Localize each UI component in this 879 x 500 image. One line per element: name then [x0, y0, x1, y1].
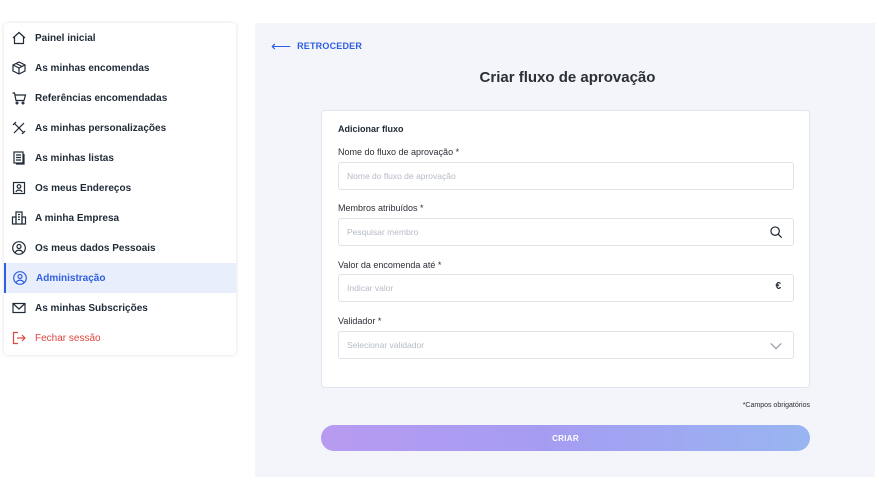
sidebar-item-listas[interactable]: As minhas listas — [4, 143, 236, 173]
sidebar-item-label: As minhas personalizações — [35, 122, 167, 134]
tools-icon — [11, 120, 27, 136]
sidebar-item-label: As minhas Subscrições — [35, 302, 148, 314]
sidebar-item-label: Fechar sessão — [35, 332, 101, 344]
value-field[interactable]: Indicar valor € — [338, 274, 794, 302]
sidebar-item-dados-pessoais[interactable]: Os meus dados Pessoais — [4, 233, 236, 263]
sidebar-item-empresa[interactable]: A minha Empresa — [4, 203, 236, 233]
sidebar-item-label: A minha Empresa — [35, 212, 120, 224]
value-field-label: Valor da encomenda até * — [338, 260, 442, 270]
members-search-input[interactable]: Pesquisar membro — [338, 218, 794, 246]
search-icon[interactable] — [769, 225, 783, 239]
name-field-label: Nome do fluxo de aprovação * — [338, 147, 460, 157]
arrow-left-icon: ⟵ — [271, 38, 292, 54]
sidebar-item-referencias[interactable]: Referências encomendadas — [4, 83, 236, 113]
back-button[interactable]: ⟵ RETROCEDER — [271, 38, 363, 54]
sidebar-item-label: As minhas listas — [35, 152, 114, 164]
sidebar-item-label: As minhas encomendas — [35, 62, 150, 74]
address-icon — [11, 180, 27, 196]
admin-icon — [12, 270, 28, 286]
members-field-placeholder: Pesquisar membro — [347, 227, 419, 237]
sidebar-item-label: Os meus dados Pessoais — [35, 242, 156, 254]
back-label: RETROCEDER — [297, 41, 363, 51]
sidebar-item-personalizacoes[interactable]: As minhas personalizações — [4, 113, 236, 143]
sidebar-item-painel-inicial[interactable]: Painel inicial — [4, 23, 236, 53]
sidebar-item-label: Administração — [36, 272, 106, 284]
sidebar-item-label: Painel inicial — [35, 32, 96, 44]
home-icon — [11, 30, 27, 46]
sidebar-item-enderecos[interactable]: Os meus Endereços — [4, 173, 236, 203]
validator-field-label: Validador * — [338, 316, 382, 326]
list-icon — [11, 150, 27, 166]
members-field-label: Membros atribuídos * — [338, 203, 424, 213]
form-card: Adicionar fluxo Nome do fluxo de aprovaç… — [321, 110, 810, 388]
value-field-placeholder: Indicar valor — [347, 283, 394, 293]
chevron-down-icon — [770, 343, 782, 350]
required-fields-note: *Campos obrigatórios — [742, 402, 810, 409]
building-icon — [11, 210, 27, 226]
cart-icon — [11, 90, 27, 106]
sidebar-item-label: Referências encomendadas — [35, 92, 168, 104]
create-button-label: CRIAR — [552, 433, 579, 443]
sidebar: Painel inicial As minhas encomendas Refe… — [4, 23, 236, 355]
sidebar-item-subscricoes[interactable]: As minhas Subscrições — [4, 293, 236, 323]
main-panel: ⟵ RETROCEDER Criar fluxo de aprovação Ad… — [255, 23, 875, 477]
sidebar-item-encomendas[interactable]: As minhas encomendas — [4, 53, 236, 83]
create-button[interactable]: CRIAR — [321, 425, 810, 451]
sidebar-item-administracao[interactable]: Administração — [4, 263, 236, 293]
validator-field-placeholder: Selecionar validador — [347, 340, 425, 350]
section-title: Adicionar fluxo — [338, 124, 404, 134]
mail-icon — [11, 300, 27, 316]
validator-select[interactable]: Selecionar validador — [338, 331, 794, 359]
currency-suffix: € — [775, 281, 781, 292]
page-title: Criar fluxo de aprovação — [479, 69, 656, 86]
user-icon — [11, 240, 27, 256]
logout-icon — [11, 330, 27, 346]
sidebar-item-label: Os meus Endereços — [35, 182, 132, 194]
box-icon — [11, 60, 27, 76]
name-field[interactable]: Nome do fluxo de aprovação — [338, 162, 794, 190]
name-field-placeholder: Nome do fluxo de aprovação — [347, 171, 456, 181]
sidebar-item-fechar-sessao[interactable]: Fechar sessão — [4, 323, 236, 353]
